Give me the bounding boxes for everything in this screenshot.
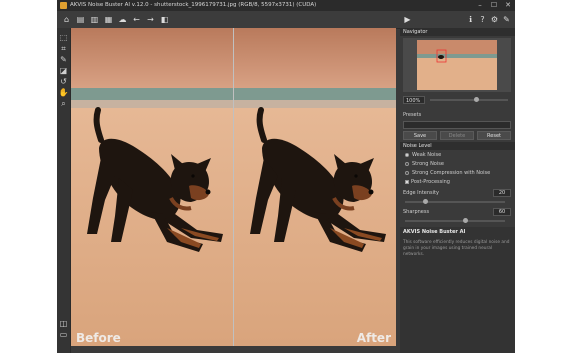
noise-option-label: Strong Compression with Noise xyxy=(412,170,491,176)
noise-level-header: Noise Level xyxy=(400,142,515,150)
help-panel: AKVIS Noise Buster AI This software effi… xyxy=(400,227,515,353)
open-file-icon[interactable]: ▤ xyxy=(75,14,86,25)
sharpness-label: Sharpness xyxy=(403,209,430,215)
split-divider[interactable] xyxy=(233,28,234,346)
info-icon[interactable]: ℹ xyxy=(465,14,476,25)
settings-panel: Navigator 100% Presets Save Delete Reset… xyxy=(400,28,515,353)
before-label: Before xyxy=(76,331,121,345)
edge-intensity-label: Edge Intensity xyxy=(403,190,439,196)
sharpness-value[interactable]: 60 xyxy=(493,208,511,216)
sharpness-knob[interactable] xyxy=(462,218,468,223)
radio-button-icon[interactable] xyxy=(405,162,409,166)
delete-preset-button[interactable]: Delete xyxy=(440,131,474,140)
reset-button[interactable]: Reset xyxy=(477,131,511,140)
settings-icon[interactable]: ⚙ xyxy=(489,14,500,25)
crop-tool-icon[interactable]: ⌗ xyxy=(58,43,69,54)
noise-option-1[interactable]: Strong Noise xyxy=(405,161,505,168)
split-view-icon[interactable]: ◫ xyxy=(58,318,69,329)
save-file-icon[interactable]: ▥ xyxy=(89,14,100,25)
after-label: After xyxy=(356,331,391,345)
batch-icon[interactable]: ◧ xyxy=(159,14,170,25)
edge-intensity-knob[interactable] xyxy=(422,199,428,204)
navigator-preview[interactable] xyxy=(403,38,511,92)
edge-intensity-value[interactable]: 20 xyxy=(493,189,511,197)
app-logo-icon xyxy=(60,2,67,9)
tips-icon[interactable]: ✎ xyxy=(501,14,512,25)
selection-tool-icon[interactable]: ⬚ xyxy=(58,32,69,43)
help-text: This software efficiently reduces digita… xyxy=(403,240,510,257)
run-icon[interactable]: ▶ xyxy=(402,14,413,25)
presets-label: Presets xyxy=(403,112,422,118)
top-toolbar: ⌂ ▤ ▥ ▦ ☁ ← → ◧ ▶ ℹ? ⚙ ✎ xyxy=(57,11,515,29)
tools-bar: ⬚ ⌗ ✎ ◪ ↺ ✋ ⌕ ◫ ▭ xyxy=(57,28,71,353)
zoom-field[interactable]: 100% xyxy=(403,96,425,104)
single-view-icon[interactable]: ▭ xyxy=(58,329,69,340)
navigator-thumbnail xyxy=(417,40,497,90)
edge-intensity-slider[interactable] xyxy=(405,201,505,203)
post-processing-checkbox[interactable] xyxy=(405,180,409,184)
noise-option-0[interactable]: Weak Noise xyxy=(405,152,505,159)
print-icon[interactable]: ▦ xyxy=(103,14,114,25)
radio-button-icon[interactable] xyxy=(405,153,409,157)
title-bar: AKVIS Noise Buster AI v.12.0 - shutterst… xyxy=(57,0,515,11)
save-preset-button[interactable]: Save xyxy=(403,131,437,140)
image-canvas[interactable]: Before After xyxy=(71,28,396,346)
history-brush-icon[interactable]: ↺ xyxy=(58,76,69,87)
sharpness-slider[interactable] xyxy=(405,220,505,222)
app-window: AKVIS Noise Buster AI v.12.0 - shutterst… xyxy=(57,0,515,353)
maximize-button[interactable]: ☐ xyxy=(487,0,501,11)
undo-icon[interactable]: ← xyxy=(131,14,142,25)
share-icon[interactable]: ☁ xyxy=(117,14,128,25)
home-icon[interactable]: ⌂ xyxy=(61,14,72,25)
radio-button-icon[interactable] xyxy=(405,171,409,175)
eraser-tool-icon[interactable]: ◪ xyxy=(58,65,69,76)
help-icon[interactable]: ? xyxy=(477,14,488,25)
presets-select[interactable] xyxy=(403,121,511,129)
minimize-button[interactable]: – xyxy=(473,0,487,11)
close-button[interactable]: ✕ xyxy=(501,0,515,11)
zoom-tool-icon[interactable]: ⌕ xyxy=(58,98,69,109)
post-processing-label: Post-Processing xyxy=(411,179,450,185)
redo-icon[interactable]: → xyxy=(145,14,156,25)
zoom-slider[interactable] xyxy=(430,99,508,101)
window-title: AKVIS Noise Buster AI v.12.0 - shutterst… xyxy=(70,2,317,8)
zoom-slider-knob[interactable] xyxy=(474,97,480,102)
help-title: AKVIS Noise Buster AI xyxy=(403,229,466,235)
navigator-header: Navigator xyxy=(400,28,515,36)
noise-option-2[interactable]: Strong Compression with Noise xyxy=(405,170,505,177)
noise-option-label: Strong Noise xyxy=(412,161,444,167)
hand-tool-icon[interactable]: ✋ xyxy=(58,87,69,98)
brush-tool-icon[interactable]: ✎ xyxy=(58,54,69,65)
noise-option-label: Weak Noise xyxy=(412,152,442,158)
